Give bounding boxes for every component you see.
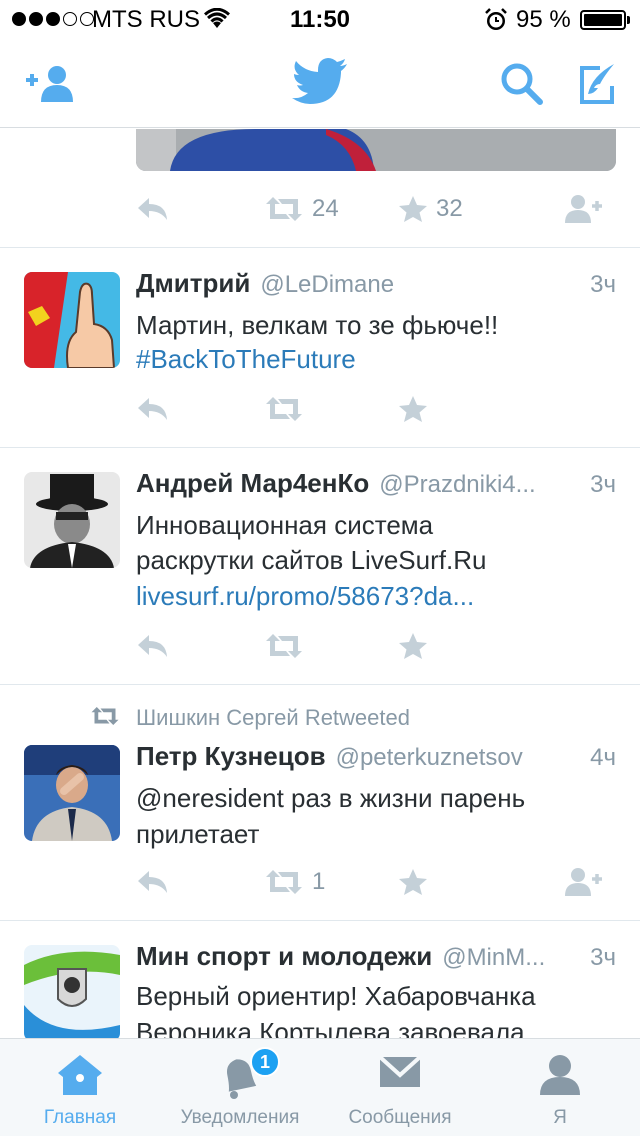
tab-home[interactable]: Главная [0,1039,160,1136]
tweet[interactable]: Мин спорт и молодежи @MinM... 3ч Верный … [0,921,640,1038]
home-icon [58,1055,102,1095]
author-handle[interactable]: @MinM... [442,944,576,972]
tweet-time: 4ч [590,744,616,771]
author-handle[interactable]: @peterkuznetsov [336,744,577,772]
retweet-count: 24 [312,195,339,222]
author-name[interactable]: Мин спорт и молодежи [136,941,432,972]
reply-icon[interactable] [136,189,170,229]
tweet-time: 3ч [590,944,616,971]
retweet-icon[interactable] [264,389,304,429]
retweet-count: 1 [312,868,326,895]
alarm-icon [484,8,508,39]
tweet-header: Дмитрий @LeDimane 3ч [136,268,616,302]
tweet-header: Андрей Мар4енКо @Prazdniki4... 3ч [136,468,616,502]
timeline[interactable]: 24 32 Дмитрий @LeDimane 3ч Мартин, велка… [0,129,640,1038]
tweet-media-image[interactable] [136,129,616,171]
retweet-icon[interactable] [264,626,304,666]
tweet-text-line: Вероника Кортылева завоевала [136,1017,525,1038]
tweet[interactable]: Дмитрий @LeDimane 3ч Мартин, велкам то з… [0,248,640,448]
person-icon [540,1055,580,1095]
tweet[interactable]: Шишкин Сергей Retweeted Петр Кузнецов @p… [0,685,640,921]
tab-bar: Главная 1 Уведомления Сообщения Я [0,1038,640,1136]
like-button[interactable]: 32 [398,189,463,229]
follow-icon[interactable] [564,862,604,902]
star-icon [399,196,427,222]
tweet-header: Петр Кузнецов @peterkuznetsov 4ч [136,741,616,775]
tweet-actions [136,389,616,429]
tweet-header: Мин спорт и молодежи @MinM... 3ч [136,941,616,975]
tweet-text-line: Мартин, велкам то зе фьюче!! [136,310,499,340]
search-icon[interactable] [500,62,544,111]
nav-bar [0,40,640,128]
author-handle[interactable]: @Prazdniki4... [379,471,576,499]
twitter-bird-icon[interactable] [292,58,348,111]
tab-me[interactable]: Я [480,1039,640,1136]
reply-icon[interactable] [136,862,170,902]
retweet-icon [266,870,302,894]
tweet[interactable]: Андрей Мар4енКо @Prazdniki4... 3ч Иннова… [0,448,640,685]
retweet-button[interactable]: 24 [264,189,339,229]
status-bar: MTS RUS 11:50 95 % [0,0,640,40]
battery-percent: 95 % [516,6,571,33]
star-icon[interactable] [398,389,428,429]
tweet-partial[interactable]: 24 32 [0,129,640,248]
reply-icon[interactable] [136,626,170,666]
tweet-text-line: раскрутки сайтов LiveSurf.Ru [136,545,487,575]
tab-label: Уведомления [180,1107,300,1128]
tab-notifications[interactable]: 1 Уведомления [160,1039,320,1136]
avatar[interactable] [24,272,120,368]
tab-label: Я [553,1107,567,1128]
star-icon[interactable] [398,626,428,666]
envelope-icon [378,1055,422,1087]
tweet-text-line: Инновационная система [136,510,434,540]
avatar[interactable] [24,745,120,841]
compose-icon[interactable] [574,62,618,111]
tweet-actions: 1 [136,862,616,902]
reply-icon[interactable] [136,389,170,429]
tweet-text-line: @neresident раз в жизни парень [136,783,526,813]
like-count: 32 [436,195,463,222]
tweet-text-line: прилетает [136,819,260,849]
author-handle[interactable]: @LeDimane [260,271,576,299]
follow-icon[interactable] [564,189,604,229]
tab-label: Сообщения [348,1107,452,1128]
retweet-button[interactable]: 1 [264,862,325,902]
tweet-actions [136,626,616,666]
tweet-actions: 24 32 [136,189,616,229]
tweet-text-line: Верный ориентир! Хабаровчанка [136,981,536,1011]
avatar[interactable] [24,945,120,1038]
retweeted-icon [90,705,120,732]
star-icon[interactable] [398,862,428,902]
avatar[interactable] [24,472,120,568]
tweet-time: 3ч [590,271,616,298]
hashtag-link[interactable]: #BackToTheFuture [136,344,356,375]
tab-label: Главная [43,1107,117,1128]
notification-badge: 1 [250,1047,280,1077]
author-name[interactable]: Дмитрий [136,268,250,299]
tab-messages[interactable]: Сообщения [320,1039,480,1136]
battery-icon [580,10,626,30]
retweet-icon [266,197,302,221]
author-name[interactable]: Петр Кузнецов [136,741,326,772]
tweet-link[interactable]: livesurf.ru/promo/58673?da... [136,581,474,612]
tweet-time: 3ч [590,471,616,498]
add-user-icon[interactable] [24,64,78,109]
author-name[interactable]: Андрей Мар4енКо [136,468,369,499]
retweeted-by[interactable]: Шишкин Сергей Retweeted [136,705,410,731]
